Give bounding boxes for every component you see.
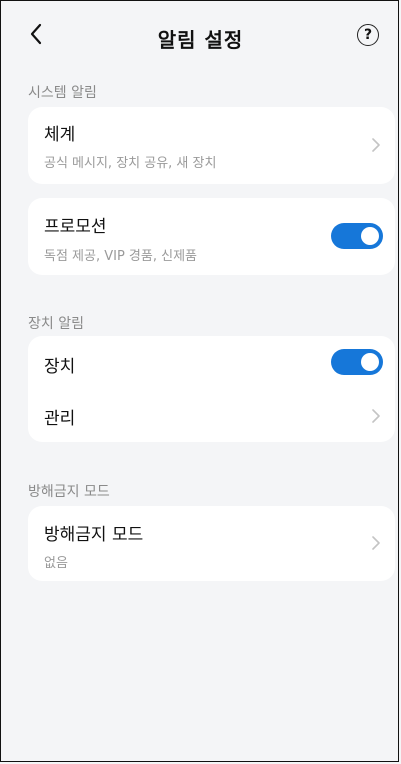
row-subtitle: 독점 제공, VIP 경품, 신제품: [44, 249, 198, 264]
card-promotion: 프로모션 독점 제공, VIP 경품, 신제품: [28, 198, 395, 275]
section-title-device: 장치 알림: [28, 316, 84, 332]
row-title: 장치: [44, 357, 76, 377]
row-subtitle: 없음: [44, 556, 68, 571]
section-title-system: 시스템 알림: [28, 85, 97, 101]
row-dnd[interactable]: 방해금지 모드 없음: [28, 506, 395, 581]
row-subtitle: 공식 메시지, 장치 공유, 새 장치: [44, 156, 217, 171]
promotion-toggle[interactable]: [331, 223, 383, 249]
device-toggle[interactable]: [331, 349, 383, 375]
row-system[interactable]: 체계 공식 메시지, 장치 공유, 새 장치: [28, 107, 395, 184]
card-device: 장치 관리: [28, 336, 395, 442]
help-circle-icon: ?: [363, 27, 373, 43]
row-title: 프로모션: [44, 217, 107, 237]
toggle-knob: [361, 353, 379, 371]
help-button[interactable]: ?: [357, 24, 379, 46]
card-dnd: 방해금지 모드 없음: [28, 506, 395, 581]
toggle-knob: [361, 227, 379, 245]
section-title-dnd: 방해금지 모드: [28, 484, 110, 500]
chevron-right-icon: [372, 409, 380, 423]
row-manage[interactable]: 관리: [28, 389, 395, 442]
row-device[interactable]: 장치: [28, 336, 395, 389]
row-title: 관리: [44, 409, 76, 429]
row-promotion[interactable]: 프로모션 독점 제공, VIP 경품, 신제품: [28, 198, 395, 275]
row-title: 체계: [44, 125, 76, 145]
page-title: 알림 설정: [157, 28, 244, 52]
row-title: 방해금지 모드: [44, 525, 144, 545]
chevron-right-icon: [372, 138, 380, 152]
app-header: 알림 설정 ?: [0, 0, 401, 76]
chevron-right-icon: [372, 536, 380, 550]
card-system: 체계 공식 메시지, 장치 공유, 새 장치: [28, 107, 395, 184]
